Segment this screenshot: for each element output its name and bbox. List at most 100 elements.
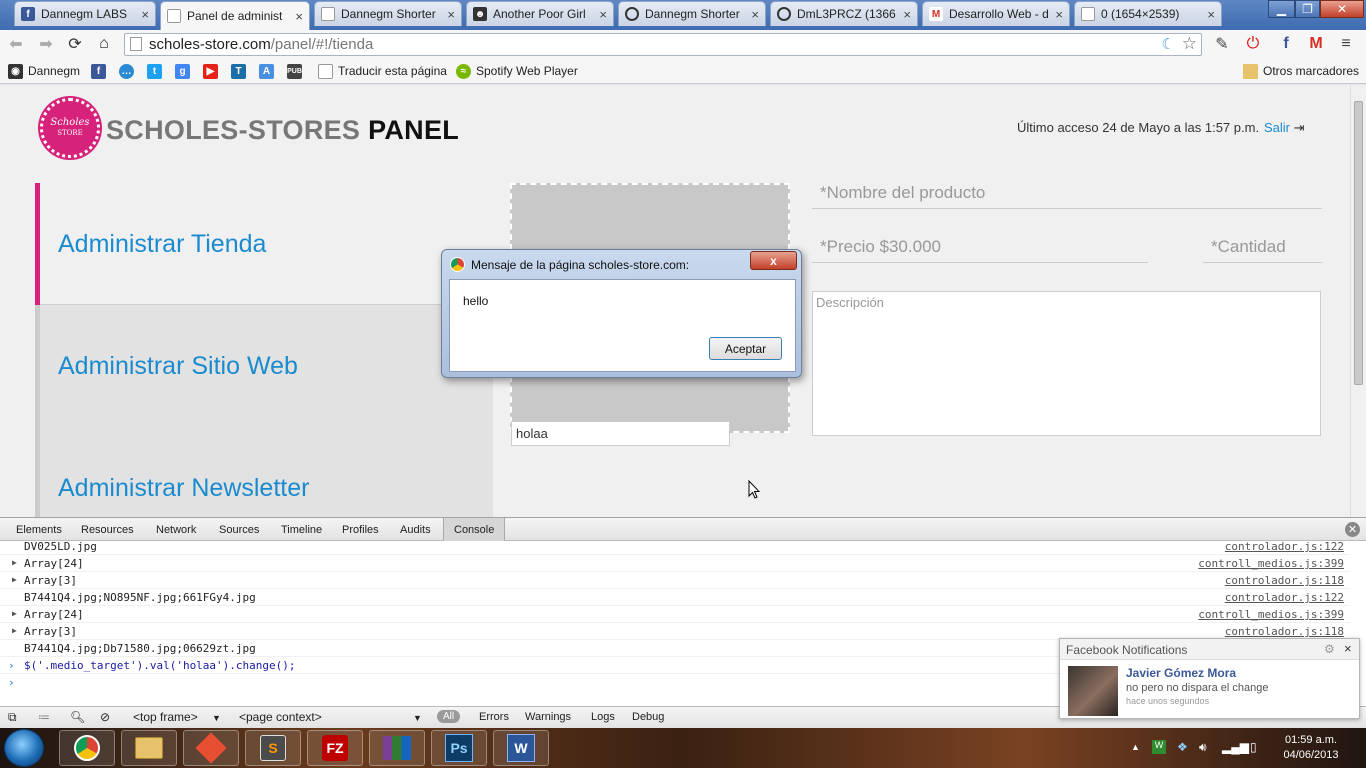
- tab-console[interactable]: Console: [443, 518, 506, 541]
- taskbar-winrar[interactable]: [369, 730, 425, 766]
- close-icon[interactable]: ×: [751, 7, 759, 22]
- gmail-icon[interactable]: M: [1306, 34, 1326, 54]
- close-icon[interactable]: ×: [447, 7, 455, 22]
- address-bar[interactable]: scholes-store.com/panel/#!/tienda ☾ ☆: [124, 33, 1202, 56]
- taskbar-explorer[interactable]: [121, 730, 177, 766]
- bookmark-tumblr[interactable]: T: [231, 62, 251, 80]
- wrench-icon[interactable]: ⚙: [1324, 642, 1335, 656]
- close-icon[interactable]: ×: [1207, 7, 1215, 22]
- power-icon[interactable]: ⏻: [1243, 34, 1263, 54]
- quantity-field[interactable]: *Cantidad: [1203, 237, 1322, 263]
- tab-desarrollo-web[interactable]: M Desarrollo Web - d ×: [922, 1, 1070, 26]
- console-source-link[interactable]: controlador.js:122: [1225, 591, 1344, 604]
- dropbox-icon[interactable]: ❖: [1177, 740, 1188, 754]
- close-icon[interactable]: ×: [599, 7, 607, 22]
- tab-network[interactable]: Network: [156, 518, 196, 541]
- tray-app-icon[interactable]: W: [1152, 740, 1166, 754]
- taskbar-word[interactable]: W: [493, 730, 549, 766]
- filter-all[interactable]: All: [437, 710, 461, 723]
- nav-administrar-newsletter[interactable]: Administrar Newsletter: [35, 427, 493, 517]
- dock-icon[interactable]: ⧉: [8, 710, 17, 725]
- tab-profiles[interactable]: Profiles: [342, 518, 379, 541]
- console-row[interactable]: Array[24] controll_medios.js:399: [0, 555, 1350, 572]
- bookmark-chat[interactable]: …: [119, 62, 139, 80]
- show-drawer-icon[interactable]: ≔: [38, 710, 50, 724]
- close-icon[interactable]: ×: [903, 7, 911, 22]
- start-button[interactable]: [4, 729, 44, 767]
- context-selector[interactable]: <page context>: [239, 710, 322, 724]
- close-icon[interactable]: ×: [1344, 641, 1352, 656]
- close-icon[interactable]: ×: [141, 7, 149, 22]
- notification-sender[interactable]: Javier Gómez Mora: [1126, 666, 1236, 680]
- logout-link[interactable]: Salir ⇥: [1264, 120, 1305, 136]
- network-icon[interactable]: ▂▄▆: [1222, 740, 1249, 754]
- facebook-icon[interactable]: f: [1276, 34, 1296, 54]
- tab-dannegm-shorter-2[interactable]: Dannegm Shorter ×: [618, 1, 766, 26]
- tab-sources[interactable]: Sources: [219, 518, 259, 541]
- dialog-close-button[interactable]: x: [750, 251, 797, 270]
- console-row[interactable]: Array[3] controlador.js:118: [0, 572, 1350, 589]
- nav-administrar-sitio-web[interactable]: Administrar Sitio Web: [35, 305, 493, 427]
- window-close-button[interactable]: ✕: [1320, 0, 1364, 18]
- console-source-link[interactable]: controlador.js:118: [1225, 574, 1344, 587]
- volume-icon[interactable]: 🔊︎: [1199, 740, 1207, 755]
- menu-icon[interactable]: ≡: [1336, 34, 1356, 54]
- tab-dannegm-labs[interactable]: f Dannegm LABS ×: [14, 1, 156, 26]
- filter-logs[interactable]: Logs: [591, 711, 615, 723]
- search-icon[interactable]: 🔍︎: [70, 710, 85, 724]
- accept-button[interactable]: Aceptar: [709, 337, 782, 360]
- facebook-notification[interactable]: Facebook Notifications ⚙ × Javier Gómez …: [1059, 638, 1360, 719]
- frame-selector[interactable]: <top frame>: [133, 710, 198, 724]
- battery-icon[interactable]: ▯: [1250, 740, 1257, 754]
- nav-administrar-tienda[interactable]: Administrar Tienda: [35, 183, 493, 305]
- filter-errors[interactable]: Errors: [479, 711, 509, 723]
- scrollbar-thumb[interactable]: [1354, 101, 1363, 385]
- bookmark-youtube[interactable]: ▶: [203, 62, 223, 80]
- close-icon[interactable]: ×: [295, 9, 303, 24]
- other-bookmarks[interactable]: Otros marcadores: [1243, 62, 1359, 80]
- clear-console-icon[interactable]: ⊘: [100, 710, 110, 724]
- close-icon[interactable]: ×: [1055, 7, 1063, 22]
- media-target-input[interactable]: holaa: [511, 421, 730, 446]
- tab-audits[interactable]: Audits: [400, 518, 431, 541]
- bookmark-twitter[interactable]: t: [147, 62, 167, 80]
- system-clock[interactable]: 01:59 a.m. 04/06/2013: [1281, 733, 1341, 763]
- taskbar-chrome[interactable]: [59, 730, 115, 766]
- forward-icon[interactable]: ➡: [36, 34, 56, 54]
- tab-dml3prcz[interactable]: DmL3PRCZ (1366 ×: [770, 1, 918, 26]
- tab-elements[interactable]: Elements: [16, 518, 62, 541]
- page-scrollbar[interactable]: [1350, 85, 1366, 517]
- home-icon[interactable]: ⌂: [94, 34, 114, 54]
- taskbar-photoshop[interactable]: Ps: [431, 730, 487, 766]
- bookmark-pub[interactable]: PUB: [287, 62, 307, 80]
- bookmark-star-icon[interactable]: ☆: [1182, 34, 1197, 54]
- bookmark-facebook[interactable]: f: [91, 62, 111, 80]
- console-source-link[interactable]: controll_medios.js:399: [1198, 557, 1344, 570]
- filter-warnings[interactable]: Warnings: [525, 711, 571, 723]
- devtools-close-icon[interactable]: ✕: [1345, 522, 1360, 537]
- tab-resources[interactable]: Resources: [81, 518, 134, 541]
- bookmark-google-plus[interactable]: g: [175, 62, 195, 80]
- price-field[interactable]: *Precio $30.000: [812, 237, 1148, 263]
- product-name-field[interactable]: *Nombre del producto: [812, 183, 1322, 209]
- bookmark-translate[interactable]: A: [259, 62, 279, 80]
- description-textarea[interactable]: Descripción: [812, 291, 1321, 436]
- minimize-button[interactable]: ▁: [1268, 0, 1295, 18]
- tab-image[interactable]: 0 (1654×2539) ×: [1074, 1, 1222, 26]
- bookmark-dannegm[interactable]: ◉ Dannegm: [8, 62, 80, 80]
- taskbar-filezilla[interactable]: FZ: [307, 730, 363, 766]
- taskbar-sublime[interactable]: S: [245, 730, 301, 766]
- console-source-link[interactable]: controlador.js:122: [1225, 541, 1344, 553]
- tab-dannegm-shorter[interactable]: Dannegm Shorter ×: [314, 1, 462, 26]
- tab-another-poor-girl[interactable]: ☻ Another Poor Girl ×: [466, 1, 614, 26]
- reload-icon[interactable]: ⟳: [65, 34, 85, 54]
- eyedropper-icon[interactable]: ✎: [1212, 34, 1232, 54]
- maximize-button[interactable]: ❐: [1295, 0, 1320, 18]
- filter-debug[interactable]: Debug: [632, 711, 664, 723]
- console-source-link[interactable]: controlador.js:118: [1225, 625, 1344, 638]
- bookmark-traducir[interactable]: Traducir esta página: [318, 62, 447, 80]
- console-source-link[interactable]: controll_medios.js:399: [1198, 608, 1344, 621]
- back-icon[interactable]: ⬅: [6, 34, 26, 54]
- tab-panel-administracion[interactable]: Panel de administ ×: [160, 1, 310, 30]
- tray-expand-icon[interactable]: ▲: [1131, 742, 1140, 752]
